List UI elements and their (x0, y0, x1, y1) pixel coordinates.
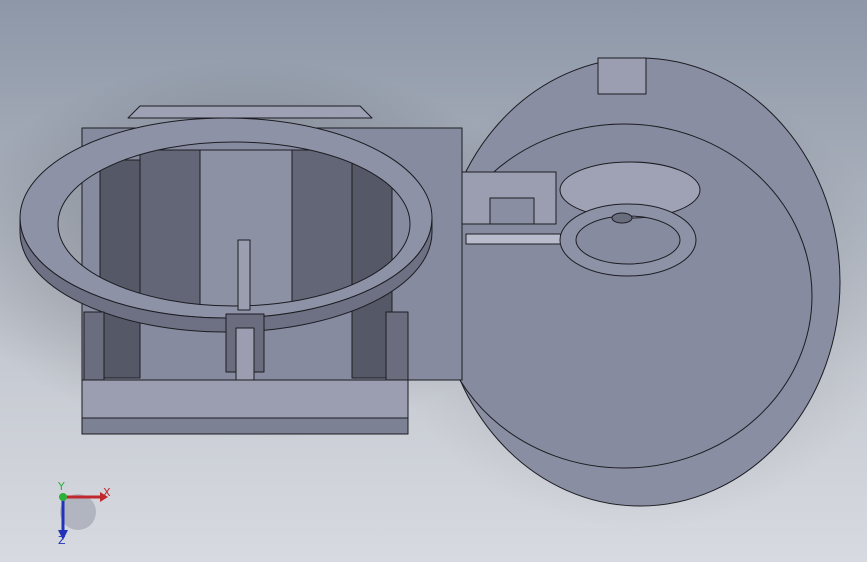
z-axis-label: Z (58, 534, 66, 547)
cad-viewport[interactable]: X Y Z (0, 0, 867, 562)
y-axis-label: Y (58, 480, 65, 493)
axis-triad (58, 492, 108, 540)
x-axis-label: X (103, 486, 111, 499)
y-axis-dot-icon (59, 493, 67, 501)
